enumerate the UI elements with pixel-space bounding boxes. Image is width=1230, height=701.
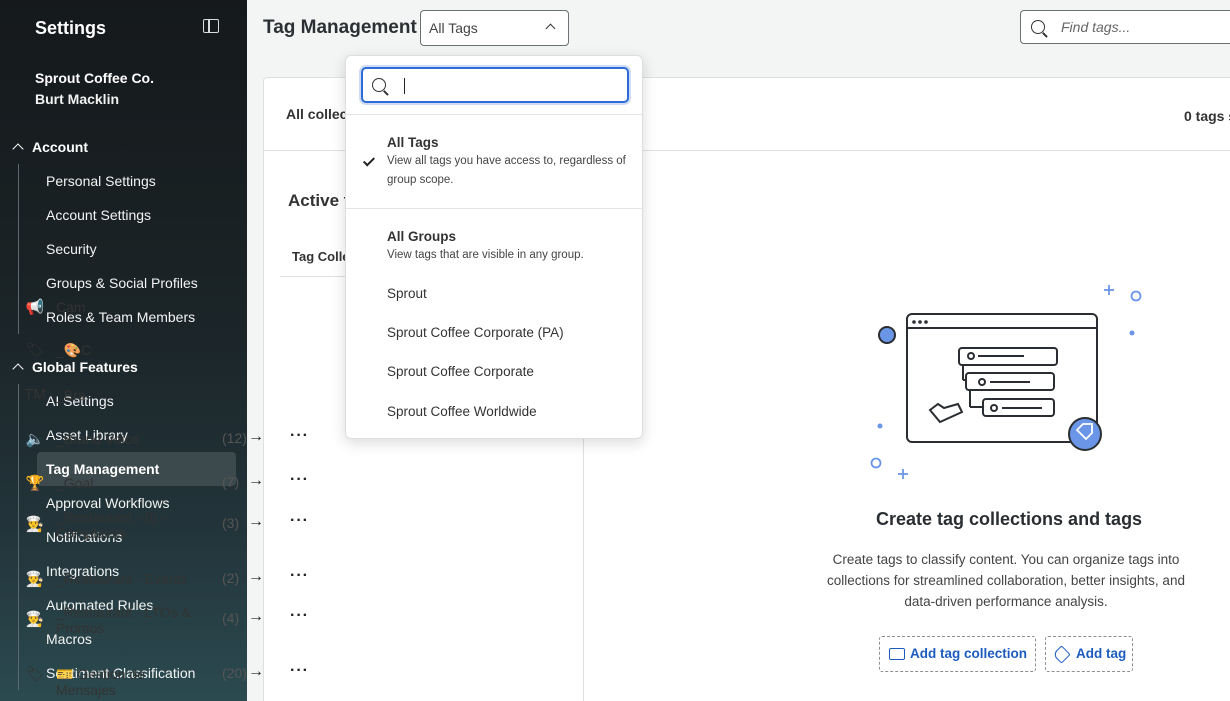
user-name: Burt Macklin [35,91,120,107]
section-account-label: Account [32,139,88,155]
search-icon [372,78,386,92]
sidebar-item-personal-settings[interactable]: Personal Settings [19,164,236,198]
add-tag-button[interactable]: Add tag [1045,636,1133,672]
collection-count: (2) [222,570,240,586]
active-tags-heading: Active t [288,191,350,210]
collection-name: _Restaurant - Events [56,571,188,587]
option-all-groups-title: All Groups [387,229,457,244]
add-tag-label: Add tag [1076,646,1127,661]
more-options-icon[interactable]: ··· [290,662,309,680]
empty-state-title: Create tag collections and tags [876,509,1143,529]
option-all-tags-desc: View all tags you have access to, regard… [387,155,626,186]
option-group-sprout[interactable]: Sprout [387,286,427,301]
search-icon [1031,20,1045,34]
tag-scope-dropdown: All Tags View all tags you have access t… [345,55,643,439]
arrow-right-icon[interactable]: → [248,608,264,626]
more-options-icon[interactable]: ··· [290,512,309,530]
chevron-up-icon [545,23,556,34]
collection-name: _Restaurant - (i) - Complaints [56,509,166,541]
arrow-right-icon[interactable]: → [248,428,264,446]
collection-count: (4) [222,610,240,626]
chef-icon: 👨‍🍳 [25,571,45,588]
collection-name: _Goal [56,475,94,491]
option-all-groups-desc: View tags that are visible in any group. [387,249,584,261]
tags-count: 0 tags s [1184,108,1230,124]
collection-name: _Brand Voice [56,431,140,447]
option-group-sprout-coffee-corporate-pa[interactable]: Sprout Coffee Corporate (PA) [387,325,564,340]
chevron-up-icon [12,143,24,155]
divider [346,208,642,209]
empty-state-illustration [870,285,1142,479]
chef-icon: 👨‍🍳 [25,611,45,628]
collection-name: 🎫 Gestión de Mensajes [56,666,146,698]
collection-name: _Bra [56,387,86,403]
tag-scope-select[interactable]: All Tags [420,10,569,46]
chevron-up-icon [12,363,24,375]
arrow-right-icon[interactable]: → [248,513,264,531]
sidebar-collapse-icon[interactable] [203,19,219,33]
collection-name: _🎨C [56,342,92,358]
section-account[interactable]: Account [12,139,88,155]
collection-name: _Restaurant - LTOs & Promos [56,604,191,636]
add-tag-collection-button[interactable]: Add tag collection [879,636,1036,672]
tag-icon: 🏷 [25,342,45,359]
folder-icon [889,648,905,660]
collection-name: Cam [56,299,86,315]
divider [346,114,642,115]
all-collections-label: All collec [286,106,348,122]
collection-count: (20) [222,665,247,681]
sidebar-item-groups-social-profiles[interactable]: Groups & Social Profiles [19,266,236,300]
more-options-icon[interactable]: ··· [290,567,309,585]
more-options-icon[interactable]: ··· [290,471,309,489]
org-name: Sprout Coffee Co. [35,70,154,86]
option-group-sprout-coffee-worldwide[interactable]: Sprout Coffee Worldwide [387,404,537,419]
more-options-icon[interactable]: ··· [290,427,309,445]
find-tags-placeholder: Find tags... [1061,19,1131,35]
collection-count: (7) [222,474,240,490]
dropdown-search-input[interactable] [361,67,629,103]
arrow-right-icon[interactable]: → [248,472,264,490]
collection-count: (3) [222,515,240,531]
find-tags-input[interactable]: Find tags... [1020,10,1230,44]
tag-icon [1052,645,1071,664]
tag-icon: 🏷 [25,666,45,683]
collection-count: (12) [222,430,247,446]
section-global-label: Global Features [32,359,138,375]
trophy-icon: 🏆 [25,475,45,492]
text-cursor [404,78,405,94]
more-options-icon[interactable]: ··· [290,607,309,625]
sidebar-title: Settings [35,18,107,38]
empty-state-description: Create tags to classify content. You can… [827,552,1185,609]
megaphone-icon: 📢 [25,299,45,316]
option-group-sprout-coffee-corporate[interactable]: Sprout Coffee Corporate [387,364,534,379]
trademark-icon: TM [24,386,46,403]
sidebar-item-security[interactable]: Security [19,232,236,266]
option-all-tags-title: All Tags [387,135,439,150]
checkmark-icon [362,154,376,167]
tag-scope-value: All Tags [429,20,478,36]
chef-icon: 👨‍🍳 [25,516,45,533]
sidebar-item-account-settings[interactable]: Account Settings [19,198,236,232]
speaker-icon: 🔈 [25,431,45,448]
add-tag-collection-label: Add tag collection [910,646,1028,661]
tag-collection-column-header[interactable]: Tag Colle [292,249,350,264]
arrow-right-icon[interactable]: → [248,663,264,681]
arrow-right-icon[interactable]: → [248,568,264,586]
page-title: Tag Management [263,17,417,38]
section-global-features[interactable]: Global Features [12,359,138,375]
